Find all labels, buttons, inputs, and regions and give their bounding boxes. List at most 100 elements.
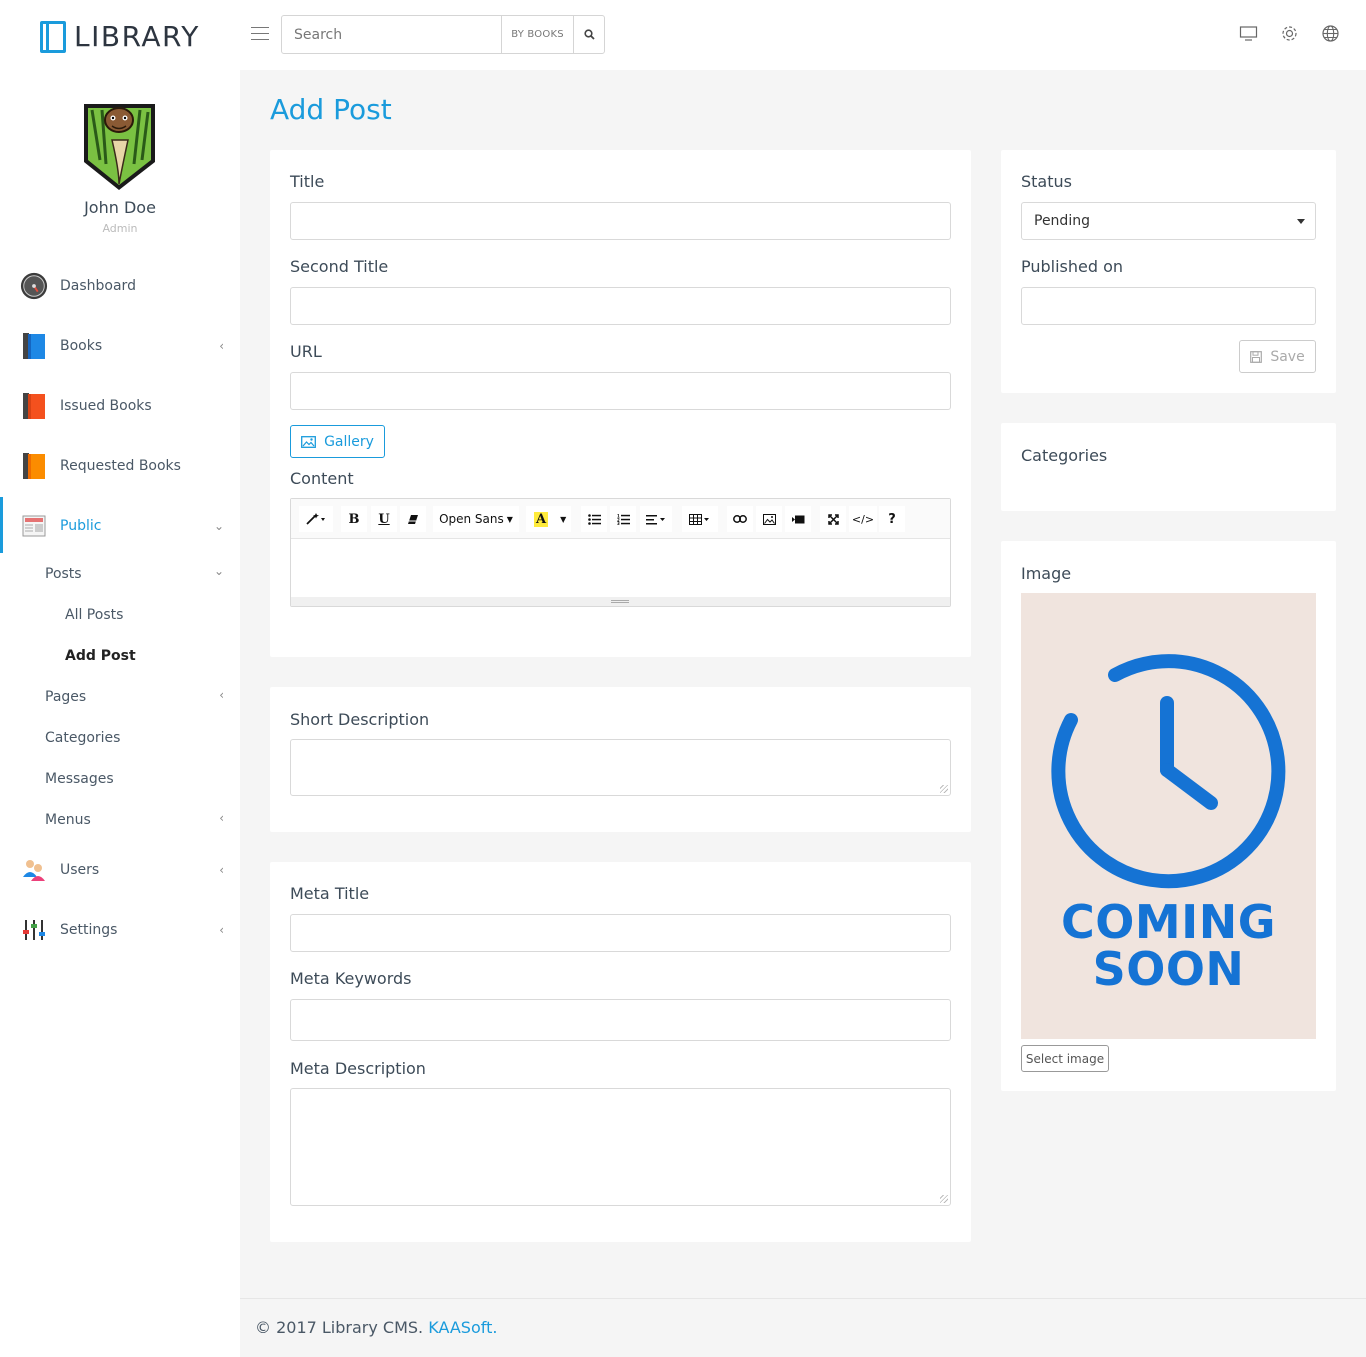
sidebar-subitem-posts[interactable]: Posts	[45, 566, 82, 582]
meta-description-label: Meta Description	[290, 1059, 426, 1078]
book-icon	[20, 332, 48, 360]
status-select[interactable]: Pending	[1021, 202, 1316, 240]
ordered-list-icon[interactable]: 123	[610, 506, 636, 532]
sidebar-item-label: Books	[60, 338, 103, 354]
sidebar-item-dashboard[interactable]: Dashboard	[0, 266, 240, 306]
sidebar-subitem-add-post[interactable]: Add Post	[65, 648, 136, 664]
sidebar-item-users[interactable]: Users ‹	[0, 850, 240, 890]
text-color-icon[interactable]: A ▼	[526, 506, 571, 532]
top-header: LIBRARY BY BOOKS	[0, 0, 1366, 70]
bold-icon[interactable]: B	[341, 506, 367, 532]
video-icon[interactable]	[785, 506, 811, 532]
avatar[interactable]	[82, 100, 157, 192]
svg-text:3: 3	[617, 521, 620, 525]
second-title-input[interactable]	[290, 287, 951, 325]
sidebar-subitem-categories[interactable]: Categories	[45, 730, 120, 746]
gear-icon[interactable]	[1280, 24, 1299, 43]
sidebar-subitem-label: Menus	[45, 812, 91, 828]
sliders-icon	[20, 916, 48, 944]
floppy-icon	[1250, 350, 1263, 363]
sidebar-subitem-label: Messages	[45, 771, 114, 787]
search-scope-dropdown[interactable]: BY BOOKS	[501, 16, 573, 53]
meta-keywords-input[interactable]	[290, 999, 951, 1041]
sidebar-item-label: Public	[60, 518, 102, 534]
menu-toggle-icon[interactable]	[251, 27, 269, 41]
short-description-textarea[interactable]	[290, 739, 951, 796]
footer-divider	[240, 1298, 1366, 1299]
chevron-left-icon: ‹	[219, 811, 224, 825]
sidebar-subitem-messages[interactable]: Messages	[45, 771, 114, 787]
sidebar-item-label: Requested Books	[60, 458, 181, 474]
chevron-left-icon: ‹	[219, 923, 224, 937]
sidebar-item-label: Users	[60, 862, 100, 878]
chevron-left-icon: ‹	[219, 863, 224, 877]
soon-text: SOON	[1092, 942, 1245, 996]
align-icon[interactable]	[640, 506, 672, 532]
sidebar-item-label: Settings	[60, 922, 118, 938]
footer-text: © 2017 Library CMS.	[255, 1318, 424, 1337]
published-on-input[interactable]	[1021, 287, 1316, 325]
newspaper-icon	[20, 512, 48, 540]
fullscreen-icon[interactable]	[820, 506, 846, 532]
gallery-button-label: Gallery	[324, 433, 374, 450]
grip-icon	[611, 600, 629, 603]
title-input[interactable]	[290, 202, 951, 240]
resize-handle-icon[interactable]	[940, 1195, 948, 1203]
image-icon	[301, 435, 317, 448]
meta-title-input[interactable]	[290, 914, 951, 952]
footer-link[interactable]: KAASoft.	[428, 1318, 497, 1337]
book-icon	[20, 452, 48, 480]
speedometer-icon	[20, 272, 48, 300]
sidebar-subitem-label: Add Post	[65, 648, 136, 664]
search-input[interactable]	[282, 16, 501, 53]
sidebar-subitem-pages[interactable]: Pages	[45, 689, 86, 705]
caret-down-icon	[1297, 219, 1305, 224]
font-family-dropdown[interactable]: Open Sans ▼	[433, 506, 519, 532]
sidebar: John Doe Admin Dashboard Books ‹ Issued …	[0, 70, 240, 1357]
globe-icon[interactable]	[1321, 24, 1340, 43]
editor-toolbar: B U Open Sans ▼ A ▼ 123 </> ?	[291, 499, 950, 539]
sidebar-subitem-label: Pages	[45, 689, 87, 705]
select-image-button[interactable]: Select image	[1021, 1045, 1109, 1072]
editor-resize-bar[interactable]	[291, 597, 950, 606]
save-button-label: Save	[1270, 348, 1305, 365]
sidebar-item-issued-books[interactable]: Issued Books	[0, 386, 240, 426]
save-button[interactable]: Save	[1239, 340, 1316, 373]
insert-picture-icon[interactable]	[756, 506, 782, 532]
chevron-left-icon: ‹	[219, 339, 224, 353]
eraser-icon[interactable]	[400, 506, 426, 532]
gallery-button[interactable]: Gallery	[290, 425, 385, 458]
sidebar-item-public[interactable]: Public ⌄	[0, 506, 240, 546]
meta-description-textarea[interactable]	[290, 1088, 951, 1206]
chevron-down-icon: ⌄	[213, 519, 224, 533]
sidebar-subitem-all-posts[interactable]: All Posts	[65, 607, 123, 623]
url-input[interactable]	[290, 372, 951, 410]
user-role: Admin	[102, 222, 138, 235]
image-label: Image	[1021, 564, 1072, 583]
sidebar-subitem-menus[interactable]: Menus	[45, 812, 91, 828]
monitor-icon[interactable]	[1239, 24, 1258, 43]
help-icon[interactable]: ?	[879, 506, 905, 532]
image-preview: COMING SOON	[1021, 593, 1316, 1039]
search-bar: BY BOOKS	[281, 15, 605, 54]
link-icon[interactable]	[727, 506, 753, 532]
sidebar-item-settings[interactable]: Settings ‹	[0, 910, 240, 950]
magic-wand-icon[interactable]	[299, 506, 333, 532]
user-name: John Doe	[84, 198, 156, 217]
sidebar-item-requested-books[interactable]: Requested Books	[0, 446, 240, 486]
book-logo-icon	[40, 20, 66, 53]
meta-keywords-label: Meta Keywords	[290, 969, 412, 988]
sidebar-item-books[interactable]: Books ‹	[0, 326, 240, 366]
sidebar-subitem-label: Posts	[45, 566, 82, 582]
second-title-label: Second Title	[290, 257, 389, 276]
code-view-icon[interactable]: </>	[849, 506, 877, 532]
search-icon	[583, 29, 595, 40]
app-logo[interactable]: LIBRARY	[40, 20, 200, 53]
underline-icon[interactable]: U	[371, 506, 397, 532]
search-button[interactable]	[573, 16, 604, 53]
table-icon[interactable]	[682, 506, 718, 532]
resize-handle-icon[interactable]	[940, 785, 948, 793]
status-label: Status	[1021, 172, 1072, 191]
chevron-down-icon: ⌄	[213, 564, 224, 578]
unordered-list-icon[interactable]	[581, 506, 607, 532]
